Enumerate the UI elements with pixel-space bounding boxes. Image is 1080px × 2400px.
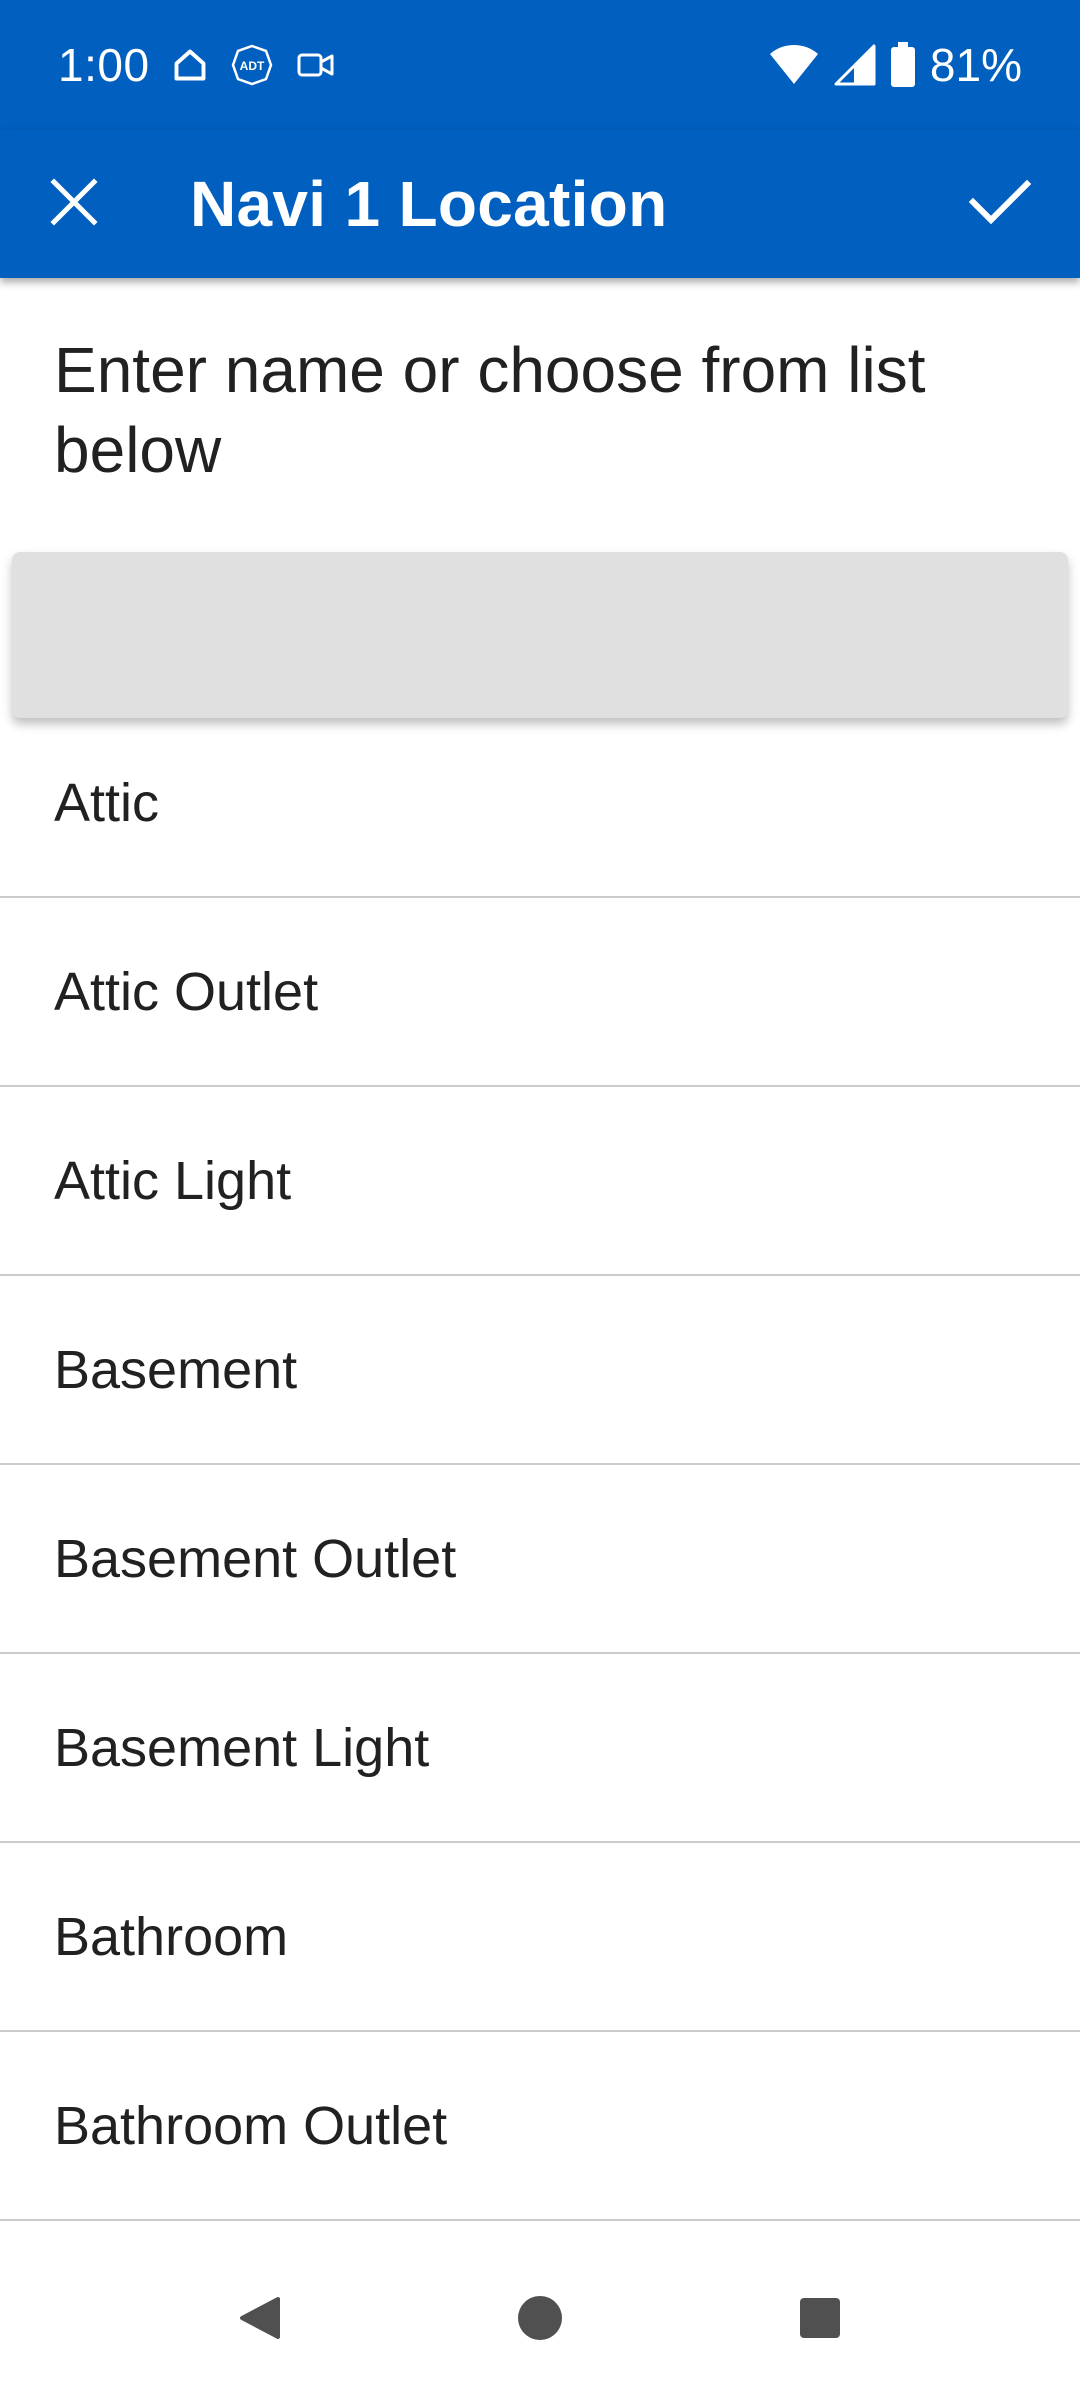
list-item-label: Bathroom Outlet (54, 2095, 448, 2156)
instruction-text: Enter name or choose from list below (54, 334, 926, 486)
recents-button[interactable] (770, 2270, 870, 2370)
list-item-label: Attic Outlet (54, 961, 319, 1022)
app-bar: Navi 1 Location (0, 130, 1080, 278)
home-button[interactable] (490, 2270, 590, 2370)
list-item-label: Basement Light (54, 1717, 430, 1778)
svg-text:ADT: ADT (239, 59, 264, 73)
wifi-icon (768, 44, 820, 86)
list-item[interactable]: Attic Light (0, 1087, 1080, 1276)
status-right: 81% (768, 38, 1022, 92)
location-list: Attic Attic Outlet Attic Light Basement … (0, 710, 1080, 2221)
close-button[interactable] (0, 130, 148, 278)
signal-icon (834, 44, 876, 86)
list-item[interactable]: Attic (0, 710, 1080, 898)
list-item-label: Bathroom (54, 1906, 289, 1967)
close-icon (48, 176, 100, 233)
status-time: 1:00 (58, 39, 150, 91)
page-title: Navi 1 Location (190, 168, 668, 240)
confirm-button[interactable] (926, 130, 1074, 278)
navigation-bar (0, 2240, 1080, 2400)
home-icon (172, 47, 208, 83)
home-nav-icon (517, 2295, 563, 2346)
list-item-label: Basement Outlet (54, 1528, 457, 1589)
status-left: 1:00 ADT (58, 38, 336, 92)
list-item[interactable]: Basement (0, 1276, 1080, 1465)
list-item-label: Basement (54, 1339, 298, 1400)
list-item[interactable]: Bathroom (0, 1843, 1080, 2032)
back-icon (238, 2295, 282, 2346)
list-item[interactable]: Bathroom Outlet (0, 2032, 1080, 2221)
battery-icon (890, 42, 916, 88)
battery-percent: 81% (929, 39, 1022, 91)
list-item[interactable]: Basement Light (0, 1654, 1080, 1843)
list-item[interactable]: Attic Outlet (0, 898, 1080, 1087)
back-button[interactable] (210, 2270, 310, 2370)
location-name-input[interactable] (12, 552, 1068, 718)
list-item[interactable]: Basement Outlet (0, 1465, 1080, 1654)
screen: 1:00 ADT 81% Navi 1 Location Enter name … (0, 0, 1080, 2400)
check-icon (968, 178, 1032, 231)
status-bar: 1:00 ADT 81% (0, 0, 1080, 130)
list-item-label: Attic (54, 773, 160, 833)
video-camera-icon (296, 48, 336, 82)
adt-icon: ADT (230, 43, 274, 87)
recents-icon (799, 2297, 841, 2344)
list-item-label: Attic Light (54, 1150, 292, 1211)
